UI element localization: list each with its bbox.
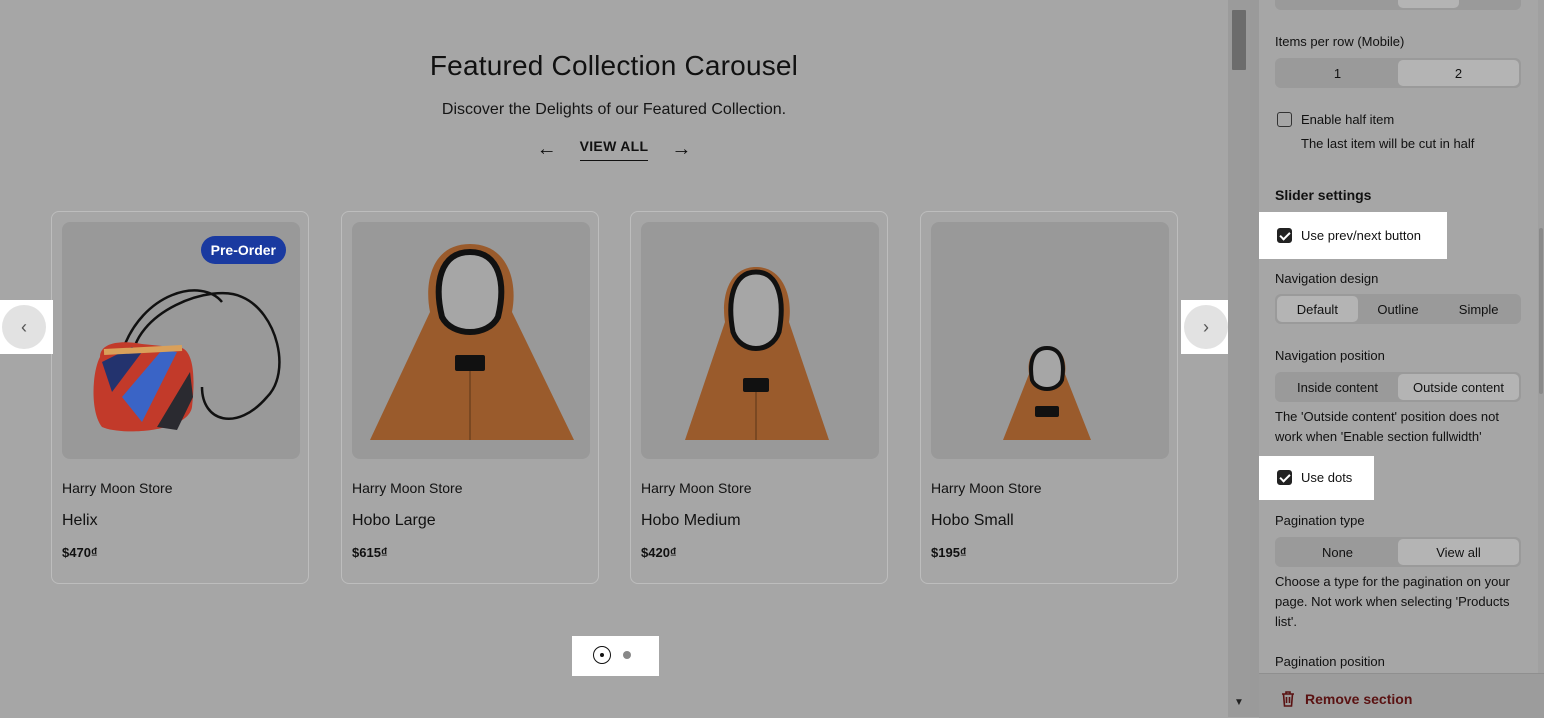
- settings-panel: Items per row (Mobile) 1 2 Enable half i…: [1259, 0, 1544, 718]
- next-button-highlight: ›: [1181, 300, 1228, 354]
- product-image[interactable]: [352, 222, 590, 459]
- prev-next-highlight: Use prev/next button: [1259, 212, 1447, 259]
- product-price: $470₫: [62, 545, 98, 560]
- half-item-label: Enable half item: [1301, 112, 1395, 127]
- segment-option[interactable]: [1338, 0, 1399, 8]
- product-vendor: Harry Moon Store: [641, 480, 752, 496]
- segment-option[interactable]: [1277, 0, 1338, 8]
- panel-scrollbar[interactable]: [1538, 0, 1544, 717]
- navigation-position-segment[interactable]: Inside content Outside content: [1275, 372, 1521, 402]
- navigation-design-label: Navigation design: [1275, 271, 1379, 286]
- prev-next-label: Use prev/next button: [1301, 228, 1421, 243]
- navigation-position-label: Navigation position: [1275, 348, 1385, 363]
- nav-design-outline[interactable]: Outline: [1358, 296, 1439, 322]
- pagination-view-all[interactable]: View all: [1398, 539, 1519, 565]
- segment-option[interactable]: [1459, 0, 1520, 8]
- half-item-checkbox[interactable]: [1277, 112, 1292, 127]
- trash-icon: [1282, 691, 1294, 707]
- divider: [1250, 0, 1259, 717]
- product-price: $195₫: [931, 545, 967, 560]
- items-per-row-mobile-segment[interactable]: 1 2: [1275, 58, 1521, 88]
- pagination-type-label: Pagination type: [1275, 513, 1365, 528]
- remove-section-label: Remove section: [1305, 691, 1413, 707]
- product-card[interactable]: Harry Moon Store Hobo Large $615₫: [341, 211, 599, 584]
- half-item-help: The last item will be cut in half: [1301, 136, 1475, 151]
- product-vendor: Harry Moon Store: [62, 480, 173, 496]
- product-title[interactable]: Helix: [62, 512, 98, 530]
- section-preview: Featured Collection Carousel Discover th…: [0, 0, 1228, 717]
- segment-option-1[interactable]: 1: [1277, 60, 1398, 86]
- nav-position-outside[interactable]: Outside content: [1398, 374, 1519, 400]
- product-price: $420₫: [641, 545, 677, 560]
- segment-option[interactable]: [1398, 0, 1459, 8]
- pre-order-badge: Pre-Order: [200, 236, 286, 264]
- remove-section-button[interactable]: Remove section: [1281, 691, 1412, 707]
- product-card[interactable]: Harry Moon Store Hobo Medium $420₫: [630, 211, 888, 584]
- use-dots-checkbox[interactable]: [1277, 470, 1292, 485]
- product-image[interactable]: [641, 222, 879, 459]
- product-image[interactable]: Pre-Order: [62, 222, 300, 459]
- scroll-down-icon[interactable]: ▼: [1234, 697, 1244, 708]
- pagination-none[interactable]: None: [1277, 539, 1398, 565]
- nav-position-inside[interactable]: Inside content: [1277, 374, 1398, 400]
- segment-option-2[interactable]: 2: [1398, 60, 1519, 86]
- product-title[interactable]: Hobo Large: [352, 512, 436, 530]
- view-all-link[interactable]: VIEW ALL: [579, 138, 649, 161]
- preview-scrollbar[interactable]: ▼: [1228, 0, 1250, 717]
- dot-active[interactable]: [593, 646, 611, 664]
- product-vendor: Harry Moon Store: [931, 480, 1042, 496]
- navigation-design-segment[interactable]: Default Outline Simple: [1275, 294, 1521, 324]
- use-dots-label: Use dots: [1301, 470, 1353, 485]
- dot[interactable]: [623, 651, 631, 659]
- product-title[interactable]: Hobo Small: [931, 512, 1014, 530]
- view-all-row: ← VIEW ALL →: [0, 136, 1228, 162]
- navigation-position-help: The 'Outside content' position does not …: [1275, 409, 1499, 444]
- arrow-left-icon[interactable]: ←: [532, 136, 562, 162]
- panel-footer: Remove section: [1259, 673, 1544, 718]
- panel-scrollbar-thumb[interactable]: [1539, 228, 1543, 394]
- section-title: Featured Collection Carousel: [429, 50, 799, 81]
- items-per-row-mobile-label: Items per row (Mobile): [1275, 34, 1405, 49]
- slider-settings-heading: Slider settings: [1275, 187, 1372, 203]
- pagination-type-segment[interactable]: None View all: [1275, 537, 1521, 567]
- use-dots-highlight: Use dots: [1259, 456, 1374, 500]
- product-title[interactable]: Hobo Medium: [641, 512, 741, 530]
- section-subtitle: Discover the Delights of our Featured Co…: [441, 101, 787, 118]
- arrow-right-icon[interactable]: →: [666, 136, 696, 162]
- chevron-right-icon[interactable]: ›: [1184, 305, 1228, 349]
- product-card[interactable]: Pre-Order Harry Moon Store Helix $470₫: [51, 211, 309, 584]
- pagination-position-label: Pagination position: [1275, 654, 1385, 669]
- pagination-dots: [572, 636, 659, 676]
- prev-next-checkbox[interactable]: [1277, 228, 1292, 243]
- prev-button-highlight: ‹: [0, 300, 53, 354]
- product-price: $615₫: [352, 545, 388, 560]
- chevron-left-icon[interactable]: ‹: [2, 305, 46, 349]
- pagination-type-help: Choose a type for the pagination on your…: [1275, 574, 1510, 629]
- product-vendor: Harry Moon Store: [352, 480, 463, 496]
- nav-design-default[interactable]: Default: [1277, 296, 1358, 322]
- items-per-row-desktop-segment[interactable]: [1275, 0, 1521, 10]
- preview-scrollbar-thumb[interactable]: [1232, 10, 1246, 70]
- product-image[interactable]: [931, 222, 1169, 459]
- product-card[interactable]: Harry Moon Store Hobo Small $195₫: [920, 211, 1178, 584]
- nav-design-simple[interactable]: Simple: [1438, 296, 1519, 322]
